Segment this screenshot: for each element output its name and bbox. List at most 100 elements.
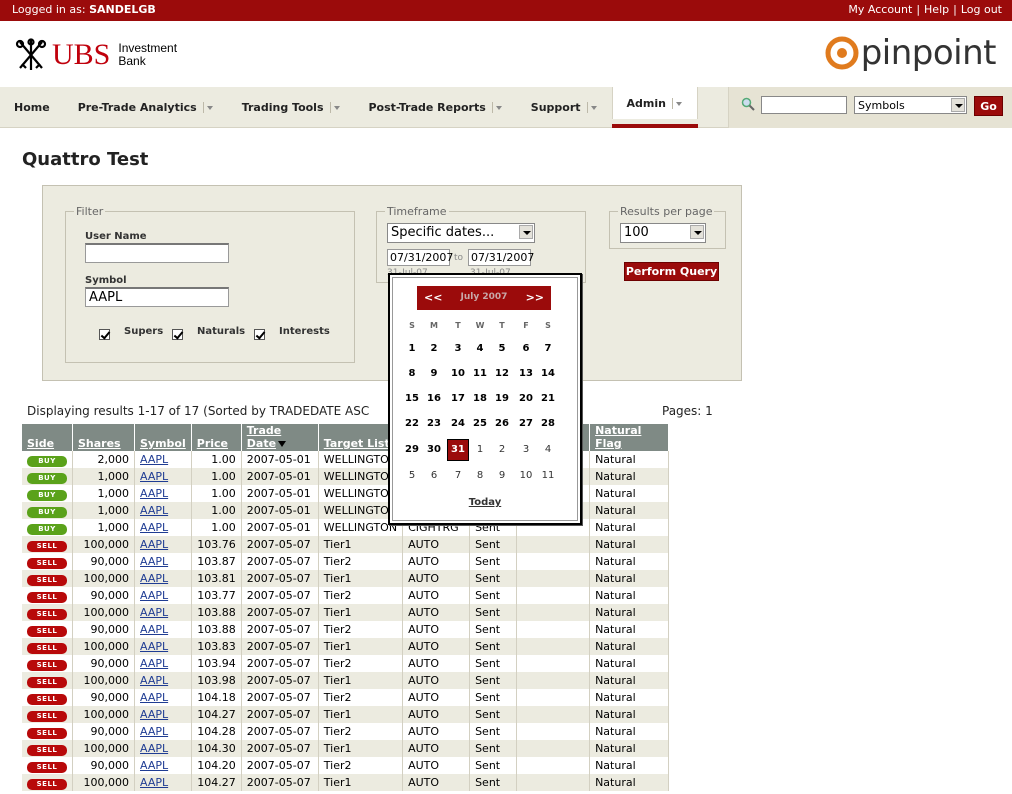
supers-checkbox[interactable]	[99, 329, 110, 340]
chevron-down-icon[interactable]	[671, 97, 683, 109]
chevron-down-icon[interactable]	[586, 102, 598, 113]
column-header[interactable]: Price	[191, 424, 242, 451]
search-input[interactable]	[761, 96, 847, 114]
symbol-link[interactable]: AAPL	[140, 504, 168, 517]
date-to-input[interactable]: 07/31/2007	[468, 249, 534, 266]
my-account-link[interactable]: My Account	[848, 3, 912, 16]
calendar-day[interactable]: 7	[537, 338, 559, 360]
chevron-down-icon[interactable]	[329, 102, 341, 113]
calendar-day[interactable]: 3	[515, 439, 537, 461]
symbol-link[interactable]: AAPL	[140, 487, 168, 500]
date-from-input[interactable]: 07/31/2007	[387, 249, 453, 266]
symbol-link[interactable]: AAPL	[140, 589, 168, 602]
naturals-checkbox[interactable]	[172, 329, 183, 340]
calendar-day[interactable]: 9	[491, 465, 513, 487]
calendar-day[interactable]: 2	[491, 439, 513, 461]
calendar-day[interactable]: 11	[537, 465, 559, 487]
calendar-day[interactable]: 8	[401, 363, 423, 385]
timeframe-select[interactable]: Specific dates...	[387, 223, 535, 243]
results-per-page-select[interactable]: 100	[620, 223, 706, 243]
symbol-input[interactable]	[85, 287, 229, 307]
symbol-link[interactable]: AAPL	[140, 538, 168, 551]
nav-item-home[interactable]: Home	[0, 87, 64, 128]
symbol-link[interactable]: AAPL	[140, 742, 168, 755]
calendar-day[interactable]: 14	[537, 363, 559, 385]
calendar-day[interactable]: 6	[423, 465, 445, 487]
sell-badge: SELL	[27, 591, 67, 603]
calendar-day[interactable]: 18	[469, 388, 491, 410]
today-link[interactable]: Today	[390, 497, 580, 508]
calendar-day[interactable]: 2	[423, 338, 445, 360]
calendar-day[interactable]: 1	[401, 338, 423, 360]
calendar-day[interactable]: 24	[447, 413, 469, 435]
symbol-cell: AAPL	[134, 723, 192, 740]
symbol-link[interactable]: AAPL	[140, 555, 168, 568]
calendar-day[interactable]: 5	[401, 465, 423, 487]
calendar-day[interactable]: 21	[537, 388, 559, 410]
symbol-link[interactable]: AAPL	[140, 572, 168, 585]
nav-item-trading-tools[interactable]: Trading Tools	[228, 87, 355, 128]
symbol-link[interactable]: AAPL	[140, 521, 168, 534]
calendar-day[interactable]: 3	[447, 338, 469, 360]
search-type-select[interactable]: Symbols	[854, 96, 967, 114]
column-header[interactable]: Shares	[72, 424, 135, 451]
calendar-day[interactable]: 1	[469, 439, 491, 461]
symbol-link[interactable]: AAPL	[140, 776, 168, 789]
nav-item-support[interactable]: Support	[517, 87, 612, 128]
calendar-day[interactable]: 12	[491, 363, 513, 385]
calendar-day[interactable]: 19	[491, 388, 513, 410]
column-header[interactable]: Trade Date	[241, 424, 319, 451]
symbol-link[interactable]: AAPL	[140, 657, 168, 670]
logout-link[interactable]: Log out	[961, 3, 1002, 16]
calendar-day[interactable]: 23	[423, 413, 445, 435]
calendar-day[interactable]: 17	[447, 388, 469, 410]
calendar-day[interactable]: 4	[469, 338, 491, 360]
symbol-link[interactable]: AAPL	[140, 691, 168, 704]
symbol-link[interactable]: AAPL	[140, 725, 168, 738]
calendar-day[interactable]: 8	[469, 465, 491, 487]
perform-query-button[interactable]: Perform Query	[624, 262, 719, 281]
help-link[interactable]: Help	[924, 3, 949, 16]
symbol-link[interactable]: AAPL	[140, 640, 168, 653]
go-button[interactable]: Go	[974, 96, 1003, 116]
chevron-down-icon[interactable]	[202, 102, 214, 113]
user-name-input[interactable]	[85, 243, 229, 263]
nav-item-admin[interactable]: Admin	[611, 87, 699, 128]
calendar-day[interactable]: 28	[537, 413, 559, 435]
calendar-day[interactable]: 7	[447, 465, 469, 487]
chevron-down-icon[interactable]	[491, 102, 503, 113]
ubs-logo[interactable]: UBS Investment Bank	[14, 37, 177, 73]
calendar-day[interactable]: 13	[515, 363, 537, 385]
symbol-link[interactable]: AAPL	[140, 606, 168, 619]
symbol-link[interactable]: AAPL	[140, 708, 168, 721]
calendar-day[interactable]: 4	[537, 439, 559, 461]
column-header[interactable]: Natural Flag	[589, 424, 670, 451]
calendar-day-selected[interactable]: 31	[447, 439, 469, 461]
calendar-day[interactable]: 30	[423, 439, 445, 461]
calendar-day[interactable]: 16	[423, 388, 445, 410]
nav-item-pre-trade-analytics[interactable]: Pre-Trade Analytics	[64, 87, 228, 128]
next-month-button[interactable]: >>	[526, 291, 544, 304]
symbol-link[interactable]: AAPL	[140, 453, 168, 466]
calendar-day[interactable]: 20	[515, 388, 537, 410]
nav-item-post-trade-reports[interactable]: Post-Trade Reports	[355, 87, 517, 128]
symbol-link[interactable]: AAPL	[140, 759, 168, 772]
calendar-day[interactable]: 15	[401, 388, 423, 410]
calendar-day[interactable]: 10	[447, 363, 469, 385]
calendar-day[interactable]: 27	[515, 413, 537, 435]
calendar-day[interactable]: 29	[401, 439, 423, 461]
symbol-link[interactable]: AAPL	[140, 470, 168, 483]
column-header[interactable]: Side	[22, 424, 73, 451]
column-header[interactable]: Symbol	[134, 424, 192, 451]
calendar-day[interactable]: 6	[515, 338, 537, 360]
calendar-day[interactable]: 26	[491, 413, 513, 435]
calendar-day[interactable]: 22	[401, 413, 423, 435]
symbol-link[interactable]: AAPL	[140, 623, 168, 636]
interests-checkbox[interactable]	[254, 329, 265, 340]
symbol-link[interactable]: AAPL	[140, 674, 168, 687]
calendar-day[interactable]: 9	[423, 363, 445, 385]
calendar-day[interactable]: 10	[515, 465, 537, 487]
calendar-day[interactable]: 25	[469, 413, 491, 435]
calendar-day[interactable]: 5	[491, 338, 513, 360]
calendar-day[interactable]: 11	[469, 363, 491, 385]
